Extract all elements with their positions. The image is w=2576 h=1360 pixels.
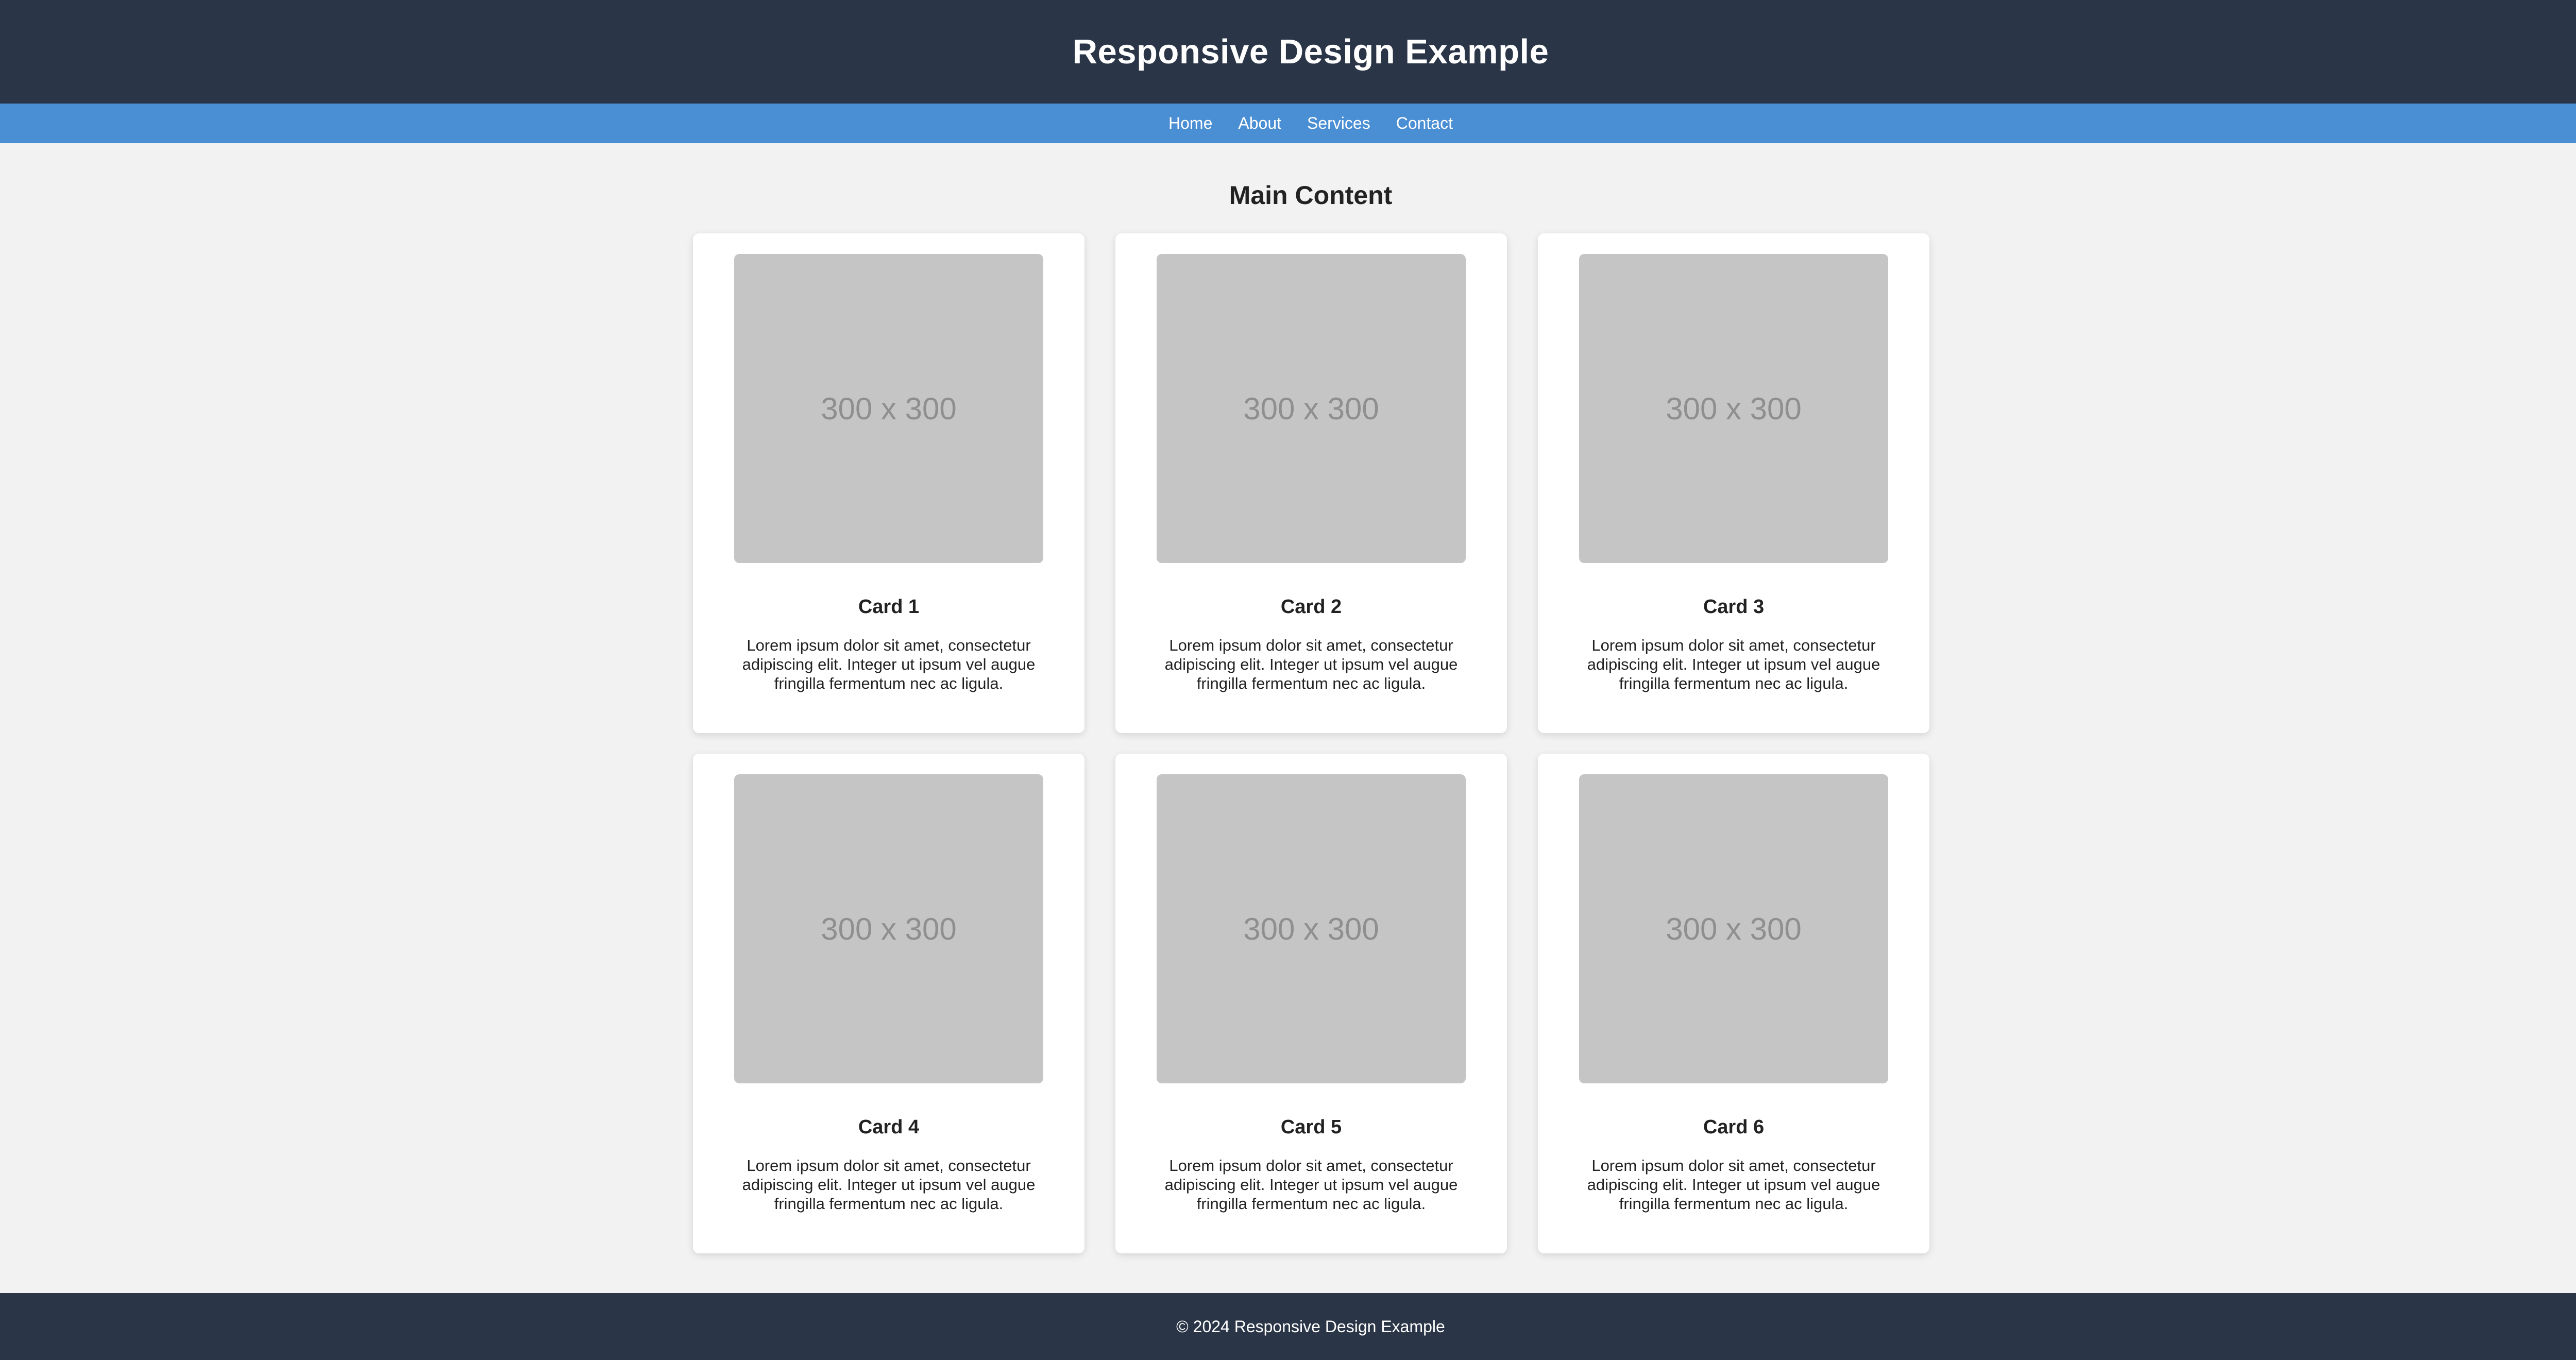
card-text: Lorem ipsum dolor sit amet, consectetur … bbox=[742, 636, 1036, 692]
copyright-text: © 2024 Responsive Design Example bbox=[1176, 1317, 1445, 1336]
card: 300 x 300 Card 3 Lorem ipsum dolor sit a… bbox=[1538, 233, 1929, 733]
site-footer: © 2024 Responsive Design Example bbox=[0, 1293, 2576, 1360]
card-image-placeholder: 300 x 300 bbox=[1157, 254, 1466, 563]
card-text: Lorem ipsum dolor sit amet, consectetur … bbox=[742, 1157, 1036, 1213]
site-title: Responsive Design Example bbox=[1072, 32, 1549, 71]
card-image-placeholder: 300 x 300 bbox=[734, 774, 1043, 1083]
nav-link-contact[interactable]: Contact bbox=[1396, 114, 1453, 133]
card-title: Card 6 bbox=[1703, 1116, 1765, 1138]
card: 300 x 300 Card 6 Lorem ipsum dolor sit a… bbox=[1538, 754, 1929, 1253]
card: 300 x 300 Card 4 Lorem ipsum dolor sit a… bbox=[693, 754, 1084, 1253]
card-text: Lorem ipsum dolor sit amet, consectetur … bbox=[1587, 636, 1880, 692]
nav-link-services[interactable]: Services bbox=[1307, 114, 1370, 133]
card-image-placeholder: 300 x 300 bbox=[734, 254, 1043, 563]
card-title: Card 4 bbox=[858, 1116, 920, 1138]
site-header: Responsive Design Example bbox=[0, 0, 2576, 104]
card-title: Card 5 bbox=[1280, 1116, 1342, 1138]
card-text: Lorem ipsum dolor sit amet, consectetur … bbox=[1164, 1157, 1458, 1213]
card-title: Card 2 bbox=[1280, 596, 1342, 618]
main-content-title: Main Content bbox=[1229, 181, 1393, 210]
card-image-placeholder: 300 x 300 bbox=[1579, 254, 1888, 563]
image-size-label: 300 x 300 bbox=[821, 911, 957, 946]
image-size-label: 300 x 300 bbox=[1243, 391, 1379, 426]
image-size-label: 300 x 300 bbox=[1666, 911, 1802, 946]
image-size-label: 300 x 300 bbox=[1243, 911, 1379, 946]
card: 300 x 300 Card 2 Lorem ipsum dolor sit a… bbox=[1115, 233, 1507, 733]
card-image-placeholder: 300 x 300 bbox=[1157, 774, 1466, 1083]
card: 300 x 300 Card 5 Lorem ipsum dolor sit a… bbox=[1115, 754, 1507, 1253]
card-title: Card 3 bbox=[1703, 596, 1765, 618]
image-size-label: 300 x 300 bbox=[821, 391, 957, 426]
image-size-label: 300 x 300 bbox=[1666, 391, 1802, 426]
card-text: Lorem ipsum dolor sit amet, consectetur … bbox=[1164, 636, 1458, 692]
card-grid: 300 x 300 Card 1 Lorem ipsum dolor sit a… bbox=[693, 233, 1929, 1253]
nav-link-home[interactable]: Home bbox=[1168, 114, 1212, 133]
nav-link-about[interactable]: About bbox=[1238, 114, 1281, 133]
card: 300 x 300 Card 1 Lorem ipsum dolor sit a… bbox=[693, 233, 1084, 733]
card-title: Card 1 bbox=[858, 596, 920, 618]
card-text: Lorem ipsum dolor sit amet, consectetur … bbox=[1587, 1157, 1880, 1213]
card-image-placeholder: 300 x 300 bbox=[1579, 774, 1888, 1083]
main-nav: Home About Services Contact bbox=[0, 104, 2576, 143]
